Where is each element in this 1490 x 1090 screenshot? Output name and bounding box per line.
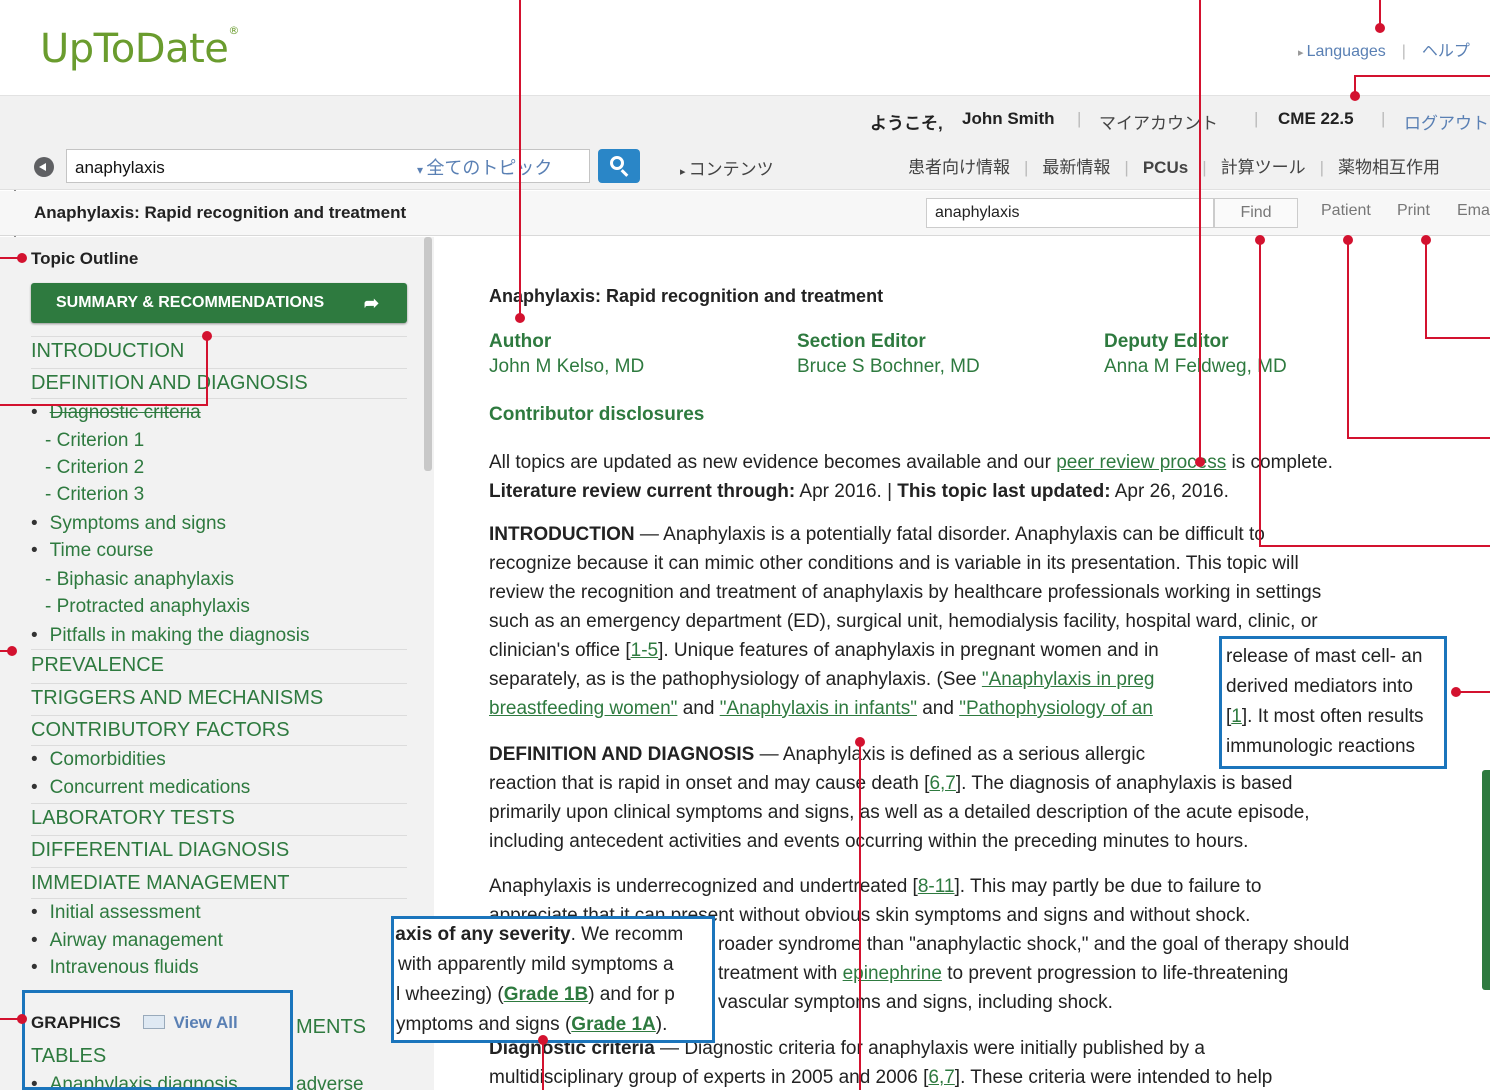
annotation-dot <box>1350 91 1360 101</box>
annotation-dot <box>515 313 525 323</box>
annotation-dot <box>17 253 27 263</box>
annotation-dot <box>1343 235 1353 245</box>
annotation-line <box>1354 75 1490 96</box>
annotation-dot <box>202 331 212 341</box>
annotation-dot <box>1375 23 1385 33</box>
annotation-dot <box>17 1014 27 1024</box>
annotation-dot <box>7 646 17 656</box>
annotation-dot <box>1255 235 1265 245</box>
annotation-dot <box>1451 687 1461 697</box>
annotation-line <box>1425 240 1490 339</box>
annotation-line <box>1259 240 1490 547</box>
annotation-line <box>0 336 208 406</box>
annotation-dot <box>855 737 865 747</box>
annotation-dot <box>538 1035 548 1045</box>
annotation-overlay <box>0 0 1490 1090</box>
annotation-dot <box>1421 235 1431 245</box>
annotation-dot <box>1195 457 1205 467</box>
